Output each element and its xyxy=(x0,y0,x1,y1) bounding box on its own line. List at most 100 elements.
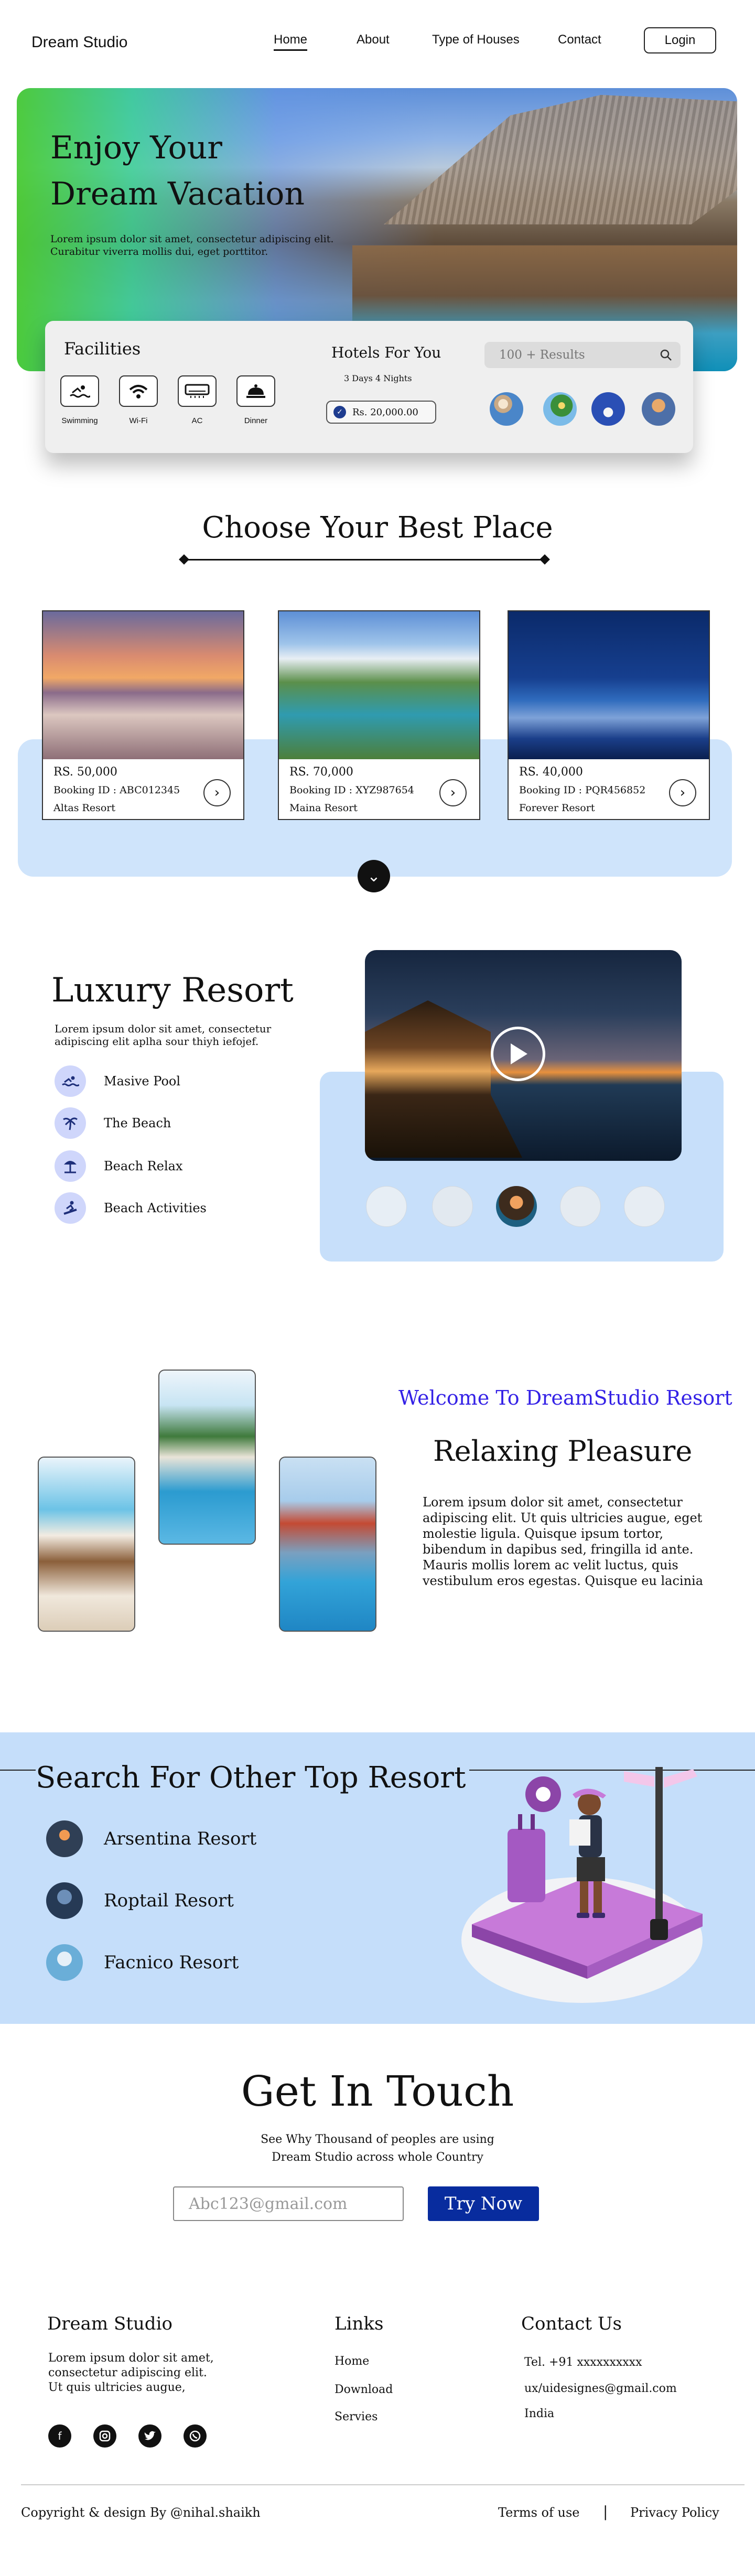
place-image xyxy=(43,611,243,759)
contact-title: Get In Touch xyxy=(241,2067,514,2116)
destination-thumb-1[interactable] xyxy=(490,392,523,426)
resort-photo-umbrella xyxy=(279,1457,376,1632)
amenity-label: Masive Pool xyxy=(104,1074,181,1088)
place-image xyxy=(509,611,709,759)
booking-card: Facilities Swimming Wi-Fi AC Dinner Hote… xyxy=(45,321,693,453)
amenity-item[interactable]: Beach Relax xyxy=(55,1150,182,1182)
footer-link-download[interactable]: Download xyxy=(335,2383,393,2397)
booking-id: Booking ID : XYZ987654 xyxy=(289,784,414,796)
facebook-icon[interactable]: f xyxy=(48,2424,71,2448)
destination-thumb-3[interactable] xyxy=(591,392,625,426)
chevron-down-icon[interactable]: ⌄ xyxy=(358,860,390,892)
relax-body: Lorem ipsum dolor sit amet, consectetur … xyxy=(423,1495,704,1588)
login-button[interactable]: Login xyxy=(644,27,716,53)
footer-link-services[interactable]: Servies xyxy=(335,2410,378,2424)
resort-name: Facnico Resort xyxy=(104,1952,239,1973)
footer-link-home[interactable]: Home xyxy=(335,2354,369,2369)
contact-subtitle: See Why Thousand of peoples are using Dr… xyxy=(261,2133,494,2164)
choose-title: Choose Your Best Place xyxy=(202,511,553,545)
nav-home[interactable]: Home xyxy=(274,33,308,51)
chevron-right-icon[interactable]: › xyxy=(669,779,696,806)
resort-thumb xyxy=(46,1820,83,1857)
amenity-label: Beach Relax xyxy=(104,1159,183,1173)
facility-wifi[interactable]: Wi-Fi xyxy=(112,375,165,425)
footer-country: India xyxy=(524,2407,555,2420)
facility-dinner[interactable]: Dinner xyxy=(230,375,282,425)
resort-list-item[interactable]: Facnico Resort xyxy=(46,1944,239,1981)
place-card[interactable]: RS. 40,000 Booking ID : PQR456852 Foreve… xyxy=(508,610,710,820)
search-input[interactable]: 100 + Results xyxy=(484,342,681,368)
video-player[interactable] xyxy=(365,950,682,1161)
resort-thumb xyxy=(46,1944,83,1981)
title-divider xyxy=(179,554,550,565)
luxury-title: Luxury Resort xyxy=(51,971,294,1010)
video-thumbnail[interactable] xyxy=(432,1186,473,1227)
twitter-icon[interactable] xyxy=(138,2424,161,2448)
wifi-icon xyxy=(119,375,158,407)
booking-id: Booking ID : ABC012345 xyxy=(53,784,180,796)
email-field[interactable]: Abc123@gmail.com xyxy=(173,2186,404,2221)
booking-id: Booking ID : PQR456852 xyxy=(519,784,646,796)
hero-title: Enjoy Your Dream Vacation xyxy=(50,130,305,212)
welcome-heading: Welcome To DreamStudio Resort xyxy=(398,1386,732,1409)
footer-links-title: Links xyxy=(335,2313,384,2334)
facility-ac[interactable]: AC xyxy=(171,375,223,425)
place-price: RS. 40,000 xyxy=(519,766,583,779)
place-card[interactable]: RS. 50,000 Booking ID : ABC012345 Altas … xyxy=(42,610,244,820)
amenity-item[interactable]: Beach Activities xyxy=(55,1192,207,1224)
price-value: Rs. 20,000.00 xyxy=(352,406,418,418)
place-card[interactable]: RS. 70,000 Booking ID : XYZ987654 Maina … xyxy=(278,610,480,820)
video-thumbnail[interactable] xyxy=(366,1186,407,1227)
relax-title: Relaxing Pleasure xyxy=(433,1435,693,1468)
amenity-item[interactable]: The Beach xyxy=(55,1107,171,1139)
chevron-right-icon[interactable]: › xyxy=(439,779,467,806)
video-thumbnail[interactable] xyxy=(496,1186,537,1227)
price-selector[interactable]: ✓ Rs. 20,000.00 xyxy=(326,401,436,424)
try-now-button[interactable]: Try Now xyxy=(428,2186,539,2221)
resort-photo-lounger xyxy=(38,1457,135,1632)
footer-divider xyxy=(21,2484,745,2485)
whatsapp-icon[interactable] xyxy=(184,2424,207,2448)
search-placeholder: 100 + Results xyxy=(499,348,585,362)
amenity-label: The Beach xyxy=(104,1116,171,1130)
resort-photo-palms xyxy=(158,1370,256,1545)
destination-thumb-4[interactable] xyxy=(642,392,675,426)
nav-contact[interactable]: Contact xyxy=(558,33,601,47)
play-icon[interactable] xyxy=(491,1027,545,1081)
divider-dot-left xyxy=(179,554,189,565)
nav-about[interactable]: About xyxy=(357,33,390,47)
privacy-link[interactable]: Privacy Policy xyxy=(630,2505,719,2520)
beach-umbrella-icon xyxy=(55,1150,86,1182)
divider-dot-right xyxy=(540,554,550,565)
palm-tree-icon xyxy=(55,1107,86,1139)
amenity-label: Beach Activities xyxy=(104,1201,207,1215)
nav-type-of-houses[interactable]: Type of Houses xyxy=(432,33,520,47)
instagram-icon[interactable] xyxy=(93,2424,116,2448)
resort-list-item[interactable]: Roptail Resort xyxy=(46,1882,234,1919)
search-icon[interactable] xyxy=(660,349,672,361)
footer-separator: | xyxy=(603,2503,608,2520)
video-thumbnail[interactable] xyxy=(560,1186,601,1227)
amenity-item[interactable]: Masive Pool xyxy=(55,1065,180,1097)
destination-thumb-2[interactable] xyxy=(543,392,577,426)
footer-brand: Dream Studio xyxy=(47,2313,172,2334)
video-thumbnail[interactable] xyxy=(624,1186,665,1227)
check-icon: ✓ xyxy=(333,406,346,418)
brand-logo[interactable]: Dream Studio xyxy=(31,34,127,51)
resort-name: Arsentina Resort xyxy=(104,1828,257,1849)
footer-phone: Tel. +91 xxxxxxxxxx xyxy=(524,2356,642,2369)
terms-link[interactable]: Terms of use xyxy=(498,2505,579,2520)
surfing-icon xyxy=(55,1192,86,1224)
facility-swimming[interactable]: Swimming xyxy=(53,375,106,425)
resort-thumb xyxy=(46,1882,83,1919)
footer-contact-title: Contact Us xyxy=(521,2313,622,2334)
dinner-icon xyxy=(236,375,275,407)
place-name: Maina Resort xyxy=(289,802,358,814)
chevron-right-icon[interactable]: › xyxy=(203,779,231,806)
traveler-illustration xyxy=(461,1767,703,2003)
facilities-title: Facilities xyxy=(64,339,141,359)
footer-email[interactable]: ux/uidesignes@gmail.com xyxy=(524,2381,677,2396)
hotels-title: Hotels For You xyxy=(331,344,441,361)
other-resorts-title: Search For Other Top Resort xyxy=(36,1761,469,1795)
resort-list-item[interactable]: Arsentina Resort xyxy=(46,1820,256,1857)
